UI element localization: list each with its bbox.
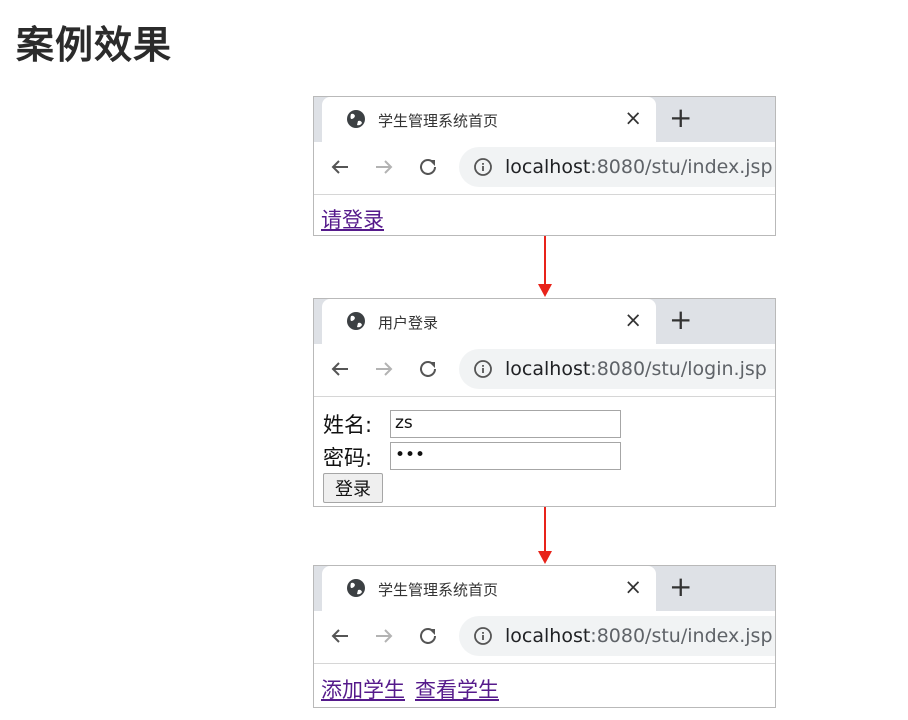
reload-icon[interactable] — [416, 624, 440, 648]
login-form: 姓名: zs 密码: ••• 登录 — [314, 397, 775, 506]
view-students-link[interactable]: 查看学生 — [415, 674, 499, 704]
globe-icon — [347, 579, 365, 597]
browser-window-index: 学生管理系统首页 × + localhost:8080/stu/index.js… — [313, 96, 776, 236]
browser-toolbar: localhost:8080/stu/index.jsp — [314, 611, 775, 664]
globe-icon — [347, 110, 365, 128]
tab-strip: 学生管理系统首页 × + — [314, 97, 775, 142]
browser-window-login: 用户登录 × + localhost:8080/stu/login.jsp 姓名… — [313, 298, 776, 507]
arrow-left-icon[interactable] — [328, 155, 352, 179]
browser-toolbar: localhost:8080/stu/login.jsp — [314, 344, 775, 397]
address-bar[interactable]: localhost:8080/stu/login.jsp — [459, 349, 775, 389]
url-text: localhost:8080/stu/index.jsp — [505, 625, 773, 647]
browser-tab[interactable]: 学生管理系统首页 × — [322, 566, 656, 611]
browser-toolbar: localhost:8080/stu/index.jsp — [314, 142, 775, 195]
url-text: localhost:8080/stu/index.jsp — [505, 156, 773, 178]
login-link[interactable]: 请登录 — [321, 204, 384, 234]
password-label: 密码: — [323, 446, 373, 470]
browser-tab[interactable]: 学生管理系统首页 × — [322, 97, 656, 142]
close-tab-icon[interactable]: × — [624, 106, 642, 130]
reload-icon[interactable] — [416, 357, 440, 381]
info-icon[interactable] — [473, 157, 493, 177]
reload-icon[interactable] — [416, 155, 440, 179]
url-path: :8080/stu/index.jsp — [590, 625, 773, 647]
name-input[interactable]: zs — [390, 410, 621, 438]
tab-strip: 学生管理系统首页 × + — [314, 566, 775, 611]
url-host: localhost — [505, 358, 591, 380]
new-tab-button[interactable]: + — [669, 306, 692, 334]
name-label: 姓名: — [323, 413, 373, 437]
tab-title: 用户登录 — [378, 314, 439, 332]
arrow-left-icon[interactable] — [328, 624, 352, 648]
arrow-left-icon[interactable] — [328, 357, 352, 381]
arrow-down-icon — [538, 236, 552, 297]
tab-title: 学生管理系统首页 — [378, 112, 499, 130]
login-button[interactable]: 登录 — [323, 473, 383, 503]
url-host: localhost — [505, 625, 591, 647]
page-content: 添加学生 查看学生 — [314, 664, 775, 707]
browser-tab[interactable]: 用户登录 × — [322, 299, 656, 344]
address-bar[interactable]: localhost:8080/stu/index.jsp — [459, 147, 775, 187]
page-title: 案例效果 — [16, 23, 173, 67]
arrow-right-icon[interactable] — [372, 155, 396, 179]
info-icon[interactable] — [473, 359, 493, 379]
new-tab-button[interactable]: + — [669, 573, 692, 601]
url-text: localhost:8080/stu/login.jsp — [505, 358, 767, 380]
url-path: :8080/stu/login.jsp — [590, 358, 767, 380]
arrow-right-icon[interactable] — [372, 357, 396, 381]
page-content: 请登录 — [314, 195, 775, 235]
tab-strip: 用户登录 × + — [314, 299, 775, 344]
url-path: :8080/stu/index.jsp — [590, 156, 773, 178]
globe-icon — [347, 312, 365, 330]
close-tab-icon[interactable]: × — [624, 575, 642, 599]
close-tab-icon[interactable]: × — [624, 308, 642, 332]
browser-window-index-logged-in: 学生管理系统首页 × + localhost:8080/stu/index.js… — [313, 565, 776, 708]
arrow-down-icon — [538, 507, 552, 564]
address-bar[interactable]: localhost:8080/stu/index.jsp — [459, 616, 775, 656]
password-input[interactable]: ••• — [390, 442, 621, 470]
new-tab-button[interactable]: + — [669, 104, 692, 132]
tab-title: 学生管理系统首页 — [378, 581, 499, 599]
url-host: localhost — [505, 156, 591, 178]
info-icon[interactable] — [473, 626, 493, 646]
add-student-link[interactable]: 添加学生 — [321, 674, 405, 704]
arrow-right-icon[interactable] — [372, 624, 396, 648]
